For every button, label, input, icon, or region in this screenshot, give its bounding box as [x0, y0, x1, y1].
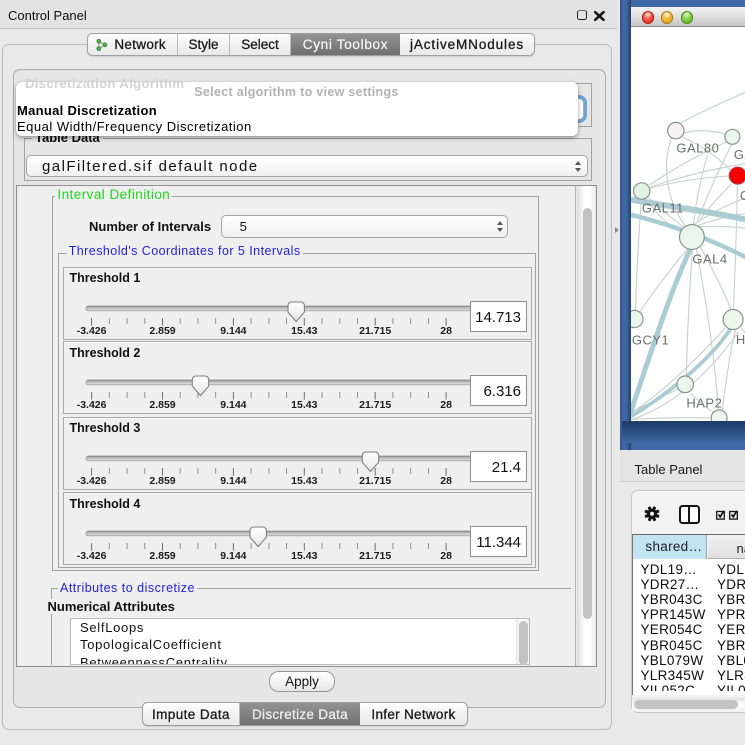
svg-text:GA: GA: [733, 147, 744, 162]
svg-text:28: 28: [440, 475, 452, 487]
svg-text:-3.426: -3.426: [77, 550, 107, 562]
svg-text:HAP2: HAP2: [686, 395, 722, 410]
svg-text:C: C: [739, 188, 744, 203]
svg-text:-3.426: -3.426: [77, 475, 107, 487]
svg-text:-3.426: -3.426: [77, 325, 107, 337]
svg-text:GCY1: GCY1: [631, 332, 668, 347]
svg-text:2.859: 2.859: [149, 399, 175, 411]
svg-text:9.144: 9.144: [220, 399, 246, 411]
svg-text:28: 28: [440, 325, 452, 337]
svg-text:28: 28: [440, 550, 452, 562]
svg-text:9.144: 9.144: [220, 550, 246, 562]
svg-text:9.144: 9.144: [220, 325, 246, 337]
svg-text:GAL80: GAL80: [676, 140, 719, 155]
svg-text:9.144: 9.144: [220, 475, 246, 487]
svg-text:GAL11: GAL11: [641, 200, 683, 215]
svg-text:15.43: 15.43: [291, 325, 317, 337]
svg-text:28: 28: [440, 399, 452, 411]
svg-text:15.43: 15.43: [291, 550, 317, 562]
svg-text:-3.426: -3.426: [77, 399, 107, 411]
svg-text:2.859: 2.859: [149, 550, 175, 562]
svg-text:H: H: [735, 332, 744, 347]
svg-text:21.715: 21.715: [359, 550, 391, 562]
svg-text:2.859: 2.859: [149, 325, 175, 337]
svg-text:21.715: 21.715: [359, 475, 391, 487]
svg-text:15.43: 15.43: [291, 475, 317, 487]
svg-text:15.43: 15.43: [291, 399, 317, 411]
svg-text:GAL4: GAL4: [692, 251, 727, 266]
svg-text:21.715: 21.715: [359, 325, 391, 337]
svg-text:2.859: 2.859: [149, 475, 175, 487]
svg-text:21.715: 21.715: [359, 399, 391, 411]
